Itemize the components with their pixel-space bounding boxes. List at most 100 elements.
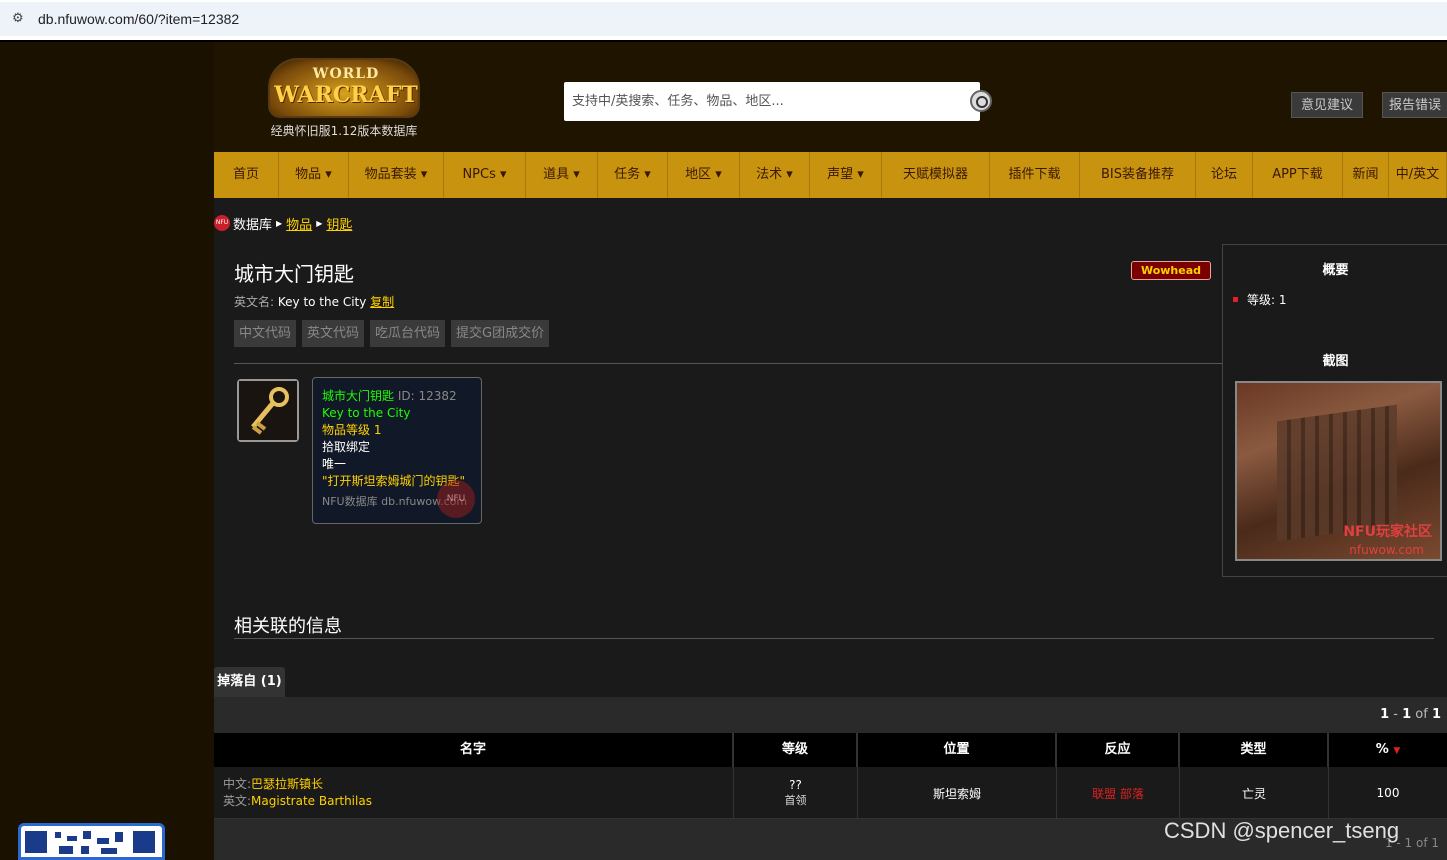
search-input[interactable] — [564, 82, 944, 121]
nav-item-2[interactable]: 物品套装 ▾ — [349, 152, 444, 198]
nav-item-label: 任务 — [614, 167, 641, 182]
nav-item-label: 地区 — [685, 167, 712, 182]
breadcrumb-link-keys[interactable]: 钥匙 — [326, 214, 352, 233]
cn-label: 中文: — [223, 777, 252, 791]
browser-address-bar: ⚙ db.nfuwow.com/60/?item=12382 — [0, 0, 1447, 40]
qr-code-icon[interactable] — [18, 823, 165, 860]
row-reaction-cell: 联盟 部落 — [1057, 767, 1180, 819]
report-error-button[interactable]: 报告错误 — [1382, 92, 1447, 118]
nav-item-4[interactable]: 道具 ▾ — [526, 152, 598, 198]
nav-item-label: APP下载 — [1272, 167, 1323, 182]
nav-item-14[interactable]: 新闻 — [1343, 152, 1389, 198]
reaction-horde: 部落 — [1119, 786, 1144, 801]
row-type-cell: 亡灵 — [1180, 767, 1329, 819]
column-name[interactable]: 名字 — [214, 733, 734, 767]
chevron-down-icon: ▾ — [711, 167, 722, 182]
logo-text-warcraft: WARCRAFT — [274, 82, 418, 108]
site-settings-icon[interactable]: ⚙ — [12, 11, 28, 27]
breadcrumb-arrow-icon: ▶ — [276, 218, 283, 228]
left-gutter — [0, 42, 214, 860]
chevron-down-icon: ▾ — [416, 167, 428, 182]
column-location[interactable]: 位置 — [858, 733, 1057, 767]
npc-cn-name-link[interactable]: 巴瑟拉斯镇长 — [251, 777, 323, 791]
chevron-down-icon: ▾ — [495, 167, 507, 182]
url-field[interactable]: ⚙ db.nfuwow.com/60/?item=12382 — [0, 2, 1447, 36]
site-logo[interactable]: WORLD WARCRAFT 经典怀旧服1.12版本数据库 — [264, 58, 424, 140]
tab-dropped-by[interactable]: 掉落自 (1) — [214, 667, 285, 697]
nav-item-7[interactable]: 法术 ▾ — [740, 152, 810, 198]
nav-item-label: 插件下载 — [1008, 167, 1061, 182]
code-buttons: 中文代码 英文代码 吃瓜台代码 提交G团成交价 — [234, 320, 550, 347]
nav-item-label: 物品套装 — [364, 167, 417, 182]
english-name-value: Key to the City — [277, 295, 367, 309]
table-header: 名字 等级 位置 反应 类型 % ▼ — [214, 733, 1447, 767]
summary-title: 概要 — [1322, 263, 1349, 278]
pager-sep: - — [1389, 707, 1403, 722]
nav-item-label: 物品 — [295, 167, 322, 182]
divider — [234, 363, 1222, 364]
copy-link[interactable]: 复制 — [370, 295, 394, 309]
nav-item-label: 论坛 — [1210, 167, 1237, 182]
pagination-bar: 1 - 1 of 1 — [214, 697, 1447, 733]
feedback-button[interactable]: 意见建议 — [1291, 92, 1363, 118]
logo-text-world: WORLD — [312, 66, 380, 82]
column-percent[interactable]: % ▼ — [1329, 733, 1447, 767]
breadcrumb: NFU 数据库 ▶ 物品 ▶ 钥匙 — [214, 213, 352, 233]
melon-code-button[interactable]: 吃瓜台代码 — [370, 320, 446, 347]
tooltip-item-id: ID: 12382 — [397, 389, 457, 403]
nav-item-label: BIS装备推荐 — [1100, 167, 1174, 182]
nav-item-12[interactable]: 论坛 — [1196, 152, 1253, 198]
column-level[interactable]: 等级 — [734, 733, 858, 767]
summary-level: 等级: 1 — [1233, 291, 1287, 308]
row-location-cell[interactable]: 斯坦索姆 — [858, 767, 1057, 819]
reaction-alliance: 联盟 — [1092, 786, 1117, 801]
en-code-button[interactable]: 英文代码 — [302, 320, 365, 347]
column-type[interactable]: 类型 — [1180, 733, 1329, 767]
url-text[interactable]: db.nfuwow.com/60/?item=12382 — [38, 11, 239, 27]
english-name-label: 英文名: — [234, 295, 275, 309]
nav-item-9[interactable]: 天赋模拟器 — [882, 152, 990, 198]
npc-en-name-link[interactable]: Magistrate Barthilas — [251, 794, 372, 808]
tooltip-item-level: 物品等级 1 — [322, 423, 382, 437]
table-row[interactable]: 中文:巴瑟拉斯镇长 英文:Magistrate Barthilas ?? 首领 … — [214, 767, 1447, 819]
search-icon[interactable] — [970, 90, 992, 112]
breadcrumb-link-items[interactable]: 物品 — [286, 214, 312, 233]
nav-item-5[interactable]: 任务 ▾ — [598, 152, 668, 198]
nav-item-label: 法术 — [756, 167, 783, 182]
pager-total: 1 — [1431, 707, 1441, 722]
nav-item-label: 天赋模拟器 — [902, 167, 968, 182]
nav-item-13[interactable]: APP下载 — [1253, 152, 1343, 198]
npc-level: ?? — [789, 778, 802, 792]
submit-gold-price-button[interactable]: 提交G团成交价 — [451, 320, 550, 347]
screenshot-image[interactable]: NFU玩家社区 nfuwow.com — [1235, 381, 1442, 561]
pager-end: 1 — [1402, 707, 1412, 722]
nav-item-10[interactable]: 插件下载 — [990, 152, 1080, 198]
row-percent-cell: 100 — [1376, 786, 1400, 800]
pager-start: 1 — [1380, 707, 1390, 722]
tooltip-item-name: 城市大门钥匙 — [322, 389, 395, 403]
summary-level-text: 等级: 1 — [1247, 293, 1287, 307]
divider — [234, 638, 1434, 639]
nav-item-3[interactable]: NPCs ▾ — [444, 152, 526, 198]
nav-item-6[interactable]: 地区 ▾ — [668, 152, 740, 198]
related-info-title: 相关联的信息 — [234, 616, 342, 637]
nav-item-0[interactable]: 首页 — [214, 152, 279, 198]
nfu-watermark-icon: NFU — [437, 480, 475, 518]
column-reaction[interactable]: 反应 — [1057, 733, 1180, 767]
en-label: 英文: — [223, 794, 252, 808]
tooltip-bind: 拾取绑定 — [322, 440, 371, 454]
chevron-down-icon: ▾ — [569, 167, 580, 182]
wowhead-button[interactable]: Wowhead — [1131, 261, 1211, 280]
cn-code-button[interactable]: 中文代码 — [234, 320, 297, 347]
nav-item-8[interactable]: 声望 ▾ — [810, 152, 882, 198]
bullet-icon — [1233, 297, 1238, 302]
key-item-icon[interactable] — [237, 379, 299, 442]
chevron-down-icon: ▾ — [640, 167, 651, 182]
chevron-down-icon: ▾ — [853, 167, 864, 182]
nav-item-label: 道具 — [543, 167, 570, 182]
nav-item-1[interactable]: 物品 ▾ — [279, 152, 349, 198]
pagination-text: 1 - 1 of 1 — [1380, 707, 1441, 722]
chevron-down-icon: ▾ — [321, 167, 332, 182]
nav-item-15[interactable]: 中/英文 — [1389, 152, 1447, 198]
nav-item-11[interactable]: BIS装备推荐 — [1080, 152, 1196, 198]
